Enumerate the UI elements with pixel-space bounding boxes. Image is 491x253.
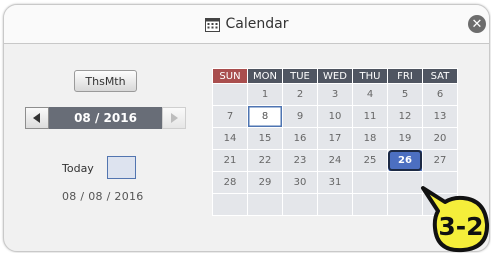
- day-cell[interactable]: 28: [212, 171, 248, 194]
- weekday-header: THU: [352, 68, 388, 84]
- day-cell[interactable]: 31: [317, 171, 353, 194]
- this-month-button[interactable]: ThsMth: [74, 70, 137, 92]
- calendar-icon: [204, 17, 220, 32]
- week-row: 1 2 3 4 5 6: [212, 83, 458, 106]
- today-label: Today: [62, 162, 94, 175]
- title-wrap: Calendar: [4, 5, 489, 43]
- today-day-cell[interactable]: 8: [247, 105, 283, 128]
- day-cell[interactable]: 2: [282, 83, 318, 106]
- day-cell[interactable]: [352, 171, 388, 194]
- step-callout: 3-2: [421, 186, 490, 253]
- today-date: 08 / 08 / 2016: [62, 190, 144, 203]
- day-cell[interactable]: [282, 193, 318, 216]
- day-cell[interactable]: 23: [282, 149, 318, 172]
- week-row: 14 15 16 17 18 19 20: [212, 127, 458, 150]
- title-bar: Calendar ✕: [4, 5, 489, 44]
- week-row: 7 8 9 10 11 12 13: [212, 105, 458, 128]
- day-cell[interactable]: 6: [422, 83, 458, 106]
- day-cell[interactable]: 10: [317, 105, 353, 128]
- day-cell[interactable]: 13: [422, 105, 458, 128]
- month-year-display: 08 / 2016: [49, 107, 162, 129]
- day-cell[interactable]: 25: [352, 149, 388, 172]
- weekday-header: TUE: [282, 68, 318, 84]
- weekday-header-row: SUN MON TUE WED THU FRI SAT: [212, 68, 458, 84]
- weekday-header: WED: [317, 68, 353, 84]
- day-cell[interactable]: [247, 193, 283, 216]
- day-cell[interactable]: 24: [317, 149, 353, 172]
- day-cell[interactable]: 30: [282, 171, 318, 194]
- day-cell[interactable]: 9: [282, 105, 318, 128]
- day-cell[interactable]: 14: [212, 127, 248, 150]
- day-cell[interactable]: 5: [387, 83, 423, 106]
- day-cell[interactable]: 27: [422, 149, 458, 172]
- dialog-title: Calendar: [225, 16, 289, 32]
- weekday-header: SUN: [212, 68, 248, 84]
- selected-day-cell[interactable]: 26: [387, 149, 423, 172]
- week-row: 21 22 23 24 25 26 27: [212, 149, 458, 172]
- day-cell[interactable]: 15: [247, 127, 283, 150]
- close-button[interactable]: ✕: [468, 15, 486, 33]
- day-cell[interactable]: 12: [387, 105, 423, 128]
- day-cell[interactable]: 4: [352, 83, 388, 106]
- day-cell[interactable]: [212, 193, 248, 216]
- left-panel: ThsMth 08 / 2016 Today 08 / 08 / 2016: [4, 44, 204, 251]
- day-cell[interactable]: 18: [352, 127, 388, 150]
- day-cell[interactable]: 3: [317, 83, 353, 106]
- day-cell[interactable]: 22: [247, 149, 283, 172]
- right-arrow-icon: [171, 113, 178, 123]
- left-arrow-icon: [33, 113, 40, 123]
- day-cell[interactable]: [212, 83, 248, 106]
- day-cell[interactable]: 21: [212, 149, 248, 172]
- day-cell[interactable]: 1: [247, 83, 283, 106]
- day-cell[interactable]: 11: [352, 105, 388, 128]
- day-cell[interactable]: 20: [422, 127, 458, 150]
- today-legend-swatch: [107, 156, 136, 179]
- day-cell[interactable]: 16: [282, 127, 318, 150]
- prev-month-button[interactable]: [25, 107, 49, 129]
- day-cell[interactable]: 7: [212, 105, 248, 128]
- weekday-header: MON: [247, 68, 283, 84]
- day-cell[interactable]: [317, 193, 353, 216]
- weekday-header: FRI: [387, 68, 423, 84]
- close-icon: ✕: [471, 16, 483, 32]
- next-month-button[interactable]: [162, 107, 186, 129]
- callout-label: 3-2: [438, 212, 483, 241]
- day-cell[interactable]: 19: [387, 127, 423, 150]
- day-cell[interactable]: 29: [247, 171, 283, 194]
- day-cell[interactable]: 17: [317, 127, 353, 150]
- weekday-header: SAT: [422, 68, 458, 84]
- day-cell[interactable]: [352, 193, 388, 216]
